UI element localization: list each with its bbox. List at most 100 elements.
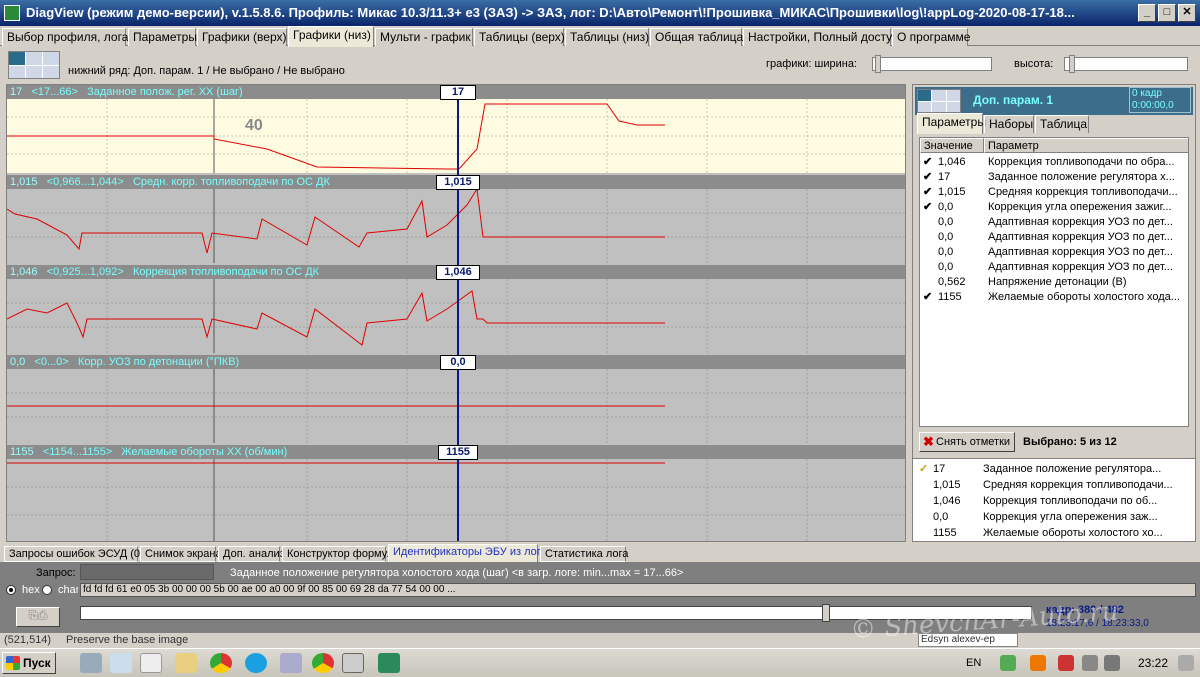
- check-icon[interactable]: ✔: [923, 290, 935, 305]
- request-input[interactable]: [80, 564, 214, 580]
- language-indicator[interactable]: EN: [966, 657, 981, 669]
- charts-area[interactable]: 17 <17...66> Заданное полож. рег. ХХ (ша…: [6, 84, 906, 542]
- check-icon[interactable]: ✔: [923, 185, 935, 200]
- tray-icon-3[interactable]: [1058, 655, 1074, 671]
- copy-icon[interactable]: ⎘⎙: [16, 607, 60, 627]
- tab-multi-graph[interactable]: Мульти - график: [375, 28, 473, 46]
- panel-title: Доп. парам. 1: [973, 93, 1054, 107]
- tab-about[interactable]: О программе: [892, 28, 970, 46]
- param-value: 0,0: [938, 201, 954, 213]
- selected-value: 1,046: [933, 495, 961, 507]
- windows-logo-icon: [6, 656, 20, 670]
- hex-radio[interactable]: [6, 585, 16, 595]
- selected-row[interactable]: 1,015 Средняя коррекция топливоподачи...: [913, 477, 1195, 493]
- tray-icon-2[interactable]: [1030, 655, 1046, 671]
- tab-errors[interactable]: Запросы ошибок ЭСУД (0): [4, 546, 144, 562]
- tab-tables-top[interactable]: Таблицы (верх): [474, 28, 565, 46]
- main-tabs: Выбор профиля, лога Параметры Графики (в…: [0, 26, 1200, 47]
- tab-screenshot[interactable]: Снимок экрана: [140, 546, 222, 562]
- diagview-task-icon[interactable]: [342, 653, 364, 673]
- param-row[interactable]: 0,0 Адаптивная коррекция УОЗ по дет...: [920, 215, 1188, 230]
- selected-row[interactable]: 0,0 Коррекция угла опережения заж...: [913, 509, 1195, 525]
- clear-marks-button[interactable]: ✖ Снять отметки: [919, 432, 1015, 452]
- param-row[interactable]: 0,0 Адаптивная коррекция УОЗ по дет...: [920, 260, 1188, 275]
- clear-marks-label: Снять отметки: [936, 436, 1011, 448]
- tab-rp-table[interactable]: Таблица: [1035, 115, 1089, 133]
- maximize-button[interactable]: □: [1158, 4, 1176, 22]
- close-button[interactable]: ✕: [1178, 4, 1196, 22]
- tray-icon-4[interactable]: [1082, 655, 1098, 671]
- param-row[interactable]: 0,0 Адаптивная коррекция УОЗ по дет...: [920, 245, 1188, 260]
- time-cursor[interactable]: [457, 85, 459, 541]
- start-button[interactable]: Пуск: [2, 652, 56, 674]
- minimize-button[interactable]: _: [1138, 4, 1156, 22]
- explorer-icon[interactable]: [80, 653, 102, 673]
- param-value: 0,562: [938, 276, 966, 288]
- param-row[interactable]: ✔ 17 Заданное положение регулятора х...: [920, 170, 1188, 185]
- tab-graphs-top[interactable]: Графики (верх): [197, 28, 287, 46]
- tab-graphs-bottom[interactable]: Графики (низ): [288, 26, 374, 47]
- app2-icon[interactable]: [110, 653, 132, 673]
- tray-icon-1[interactable]: [1000, 655, 1016, 671]
- app4-icon[interactable]: [378, 653, 400, 673]
- frame-slider-thumb[interactable]: [822, 604, 830, 622]
- chart-plot-2[interactable]: [7, 189, 905, 263]
- tab-tables-bottom[interactable]: Таблицы (низ): [565, 28, 649, 46]
- app3-icon[interactable]: [140, 653, 162, 673]
- check-icon[interactable]: ✔: [923, 155, 935, 170]
- chart-title-4: Корр. УОЗ по детонации (°ПКВ): [77, 356, 240, 368]
- clock: 23:22: [1138, 656, 1169, 670]
- tab-log-stats[interactable]: Статистика лога: [540, 546, 628, 562]
- tab-profile[interactable]: Выбор профиля, лога: [2, 28, 128, 46]
- chart-plot-4[interactable]: [7, 369, 905, 443]
- status-line: (521,514) Preserve the base image Edsyn …: [0, 632, 1200, 648]
- hex-data[interactable]: fd fd fd 61 e0 05 3b 00 00 00 5b 00 ae 0…: [80, 583, 1196, 597]
- param-row[interactable]: ✔ 0,0 Коррекция угла опережения зажиг...: [920, 200, 1188, 215]
- char-radio[interactable]: [42, 585, 52, 595]
- check-icon[interactable]: ✔: [923, 200, 935, 215]
- col-value[interactable]: Значение: [920, 138, 984, 153]
- selected-row[interactable]: 1155 Желаемые обороты холостого хо...: [913, 525, 1195, 541]
- tab-settings[interactable]: Настройки, Полный доступ: [743, 28, 899, 46]
- selected-value: 0,0: [933, 511, 949, 523]
- tab-rp-sets[interactable]: Наборы: [984, 115, 1034, 133]
- width-slider[interactable]: [872, 55, 992, 73]
- chart-plot-3[interactable]: [7, 279, 905, 353]
- col-param[interactable]: Параметр: [984, 138, 1188, 153]
- folder-icon[interactable]: [175, 653, 197, 673]
- hex-label: hex: [22, 584, 40, 596]
- selected-row[interactable]: ✓ 17 Заданное положение регулятора...: [913, 461, 1195, 477]
- chart-range-2: <0,966...1,044>: [46, 176, 124, 188]
- param-row[interactable]: ✔ 1,046 Коррекция топливоподачи по обра...: [920, 155, 1188, 170]
- tab-formula-builder[interactable]: Конструктор формул: [282, 546, 393, 562]
- app-icon: [4, 5, 20, 21]
- selected-list[interactable]: ✓ 17 Заданное положение регулятора... 1,015…: [912, 458, 1196, 542]
- chart-plot-1[interactable]: 40: [7, 99, 905, 173]
- cursor-value-4: 0,0: [440, 355, 476, 370]
- param-row[interactable]: ✔ 1,015 Средняя коррекция топливоподачи...: [920, 185, 1188, 200]
- chrome-icon[interactable]: [210, 653, 232, 673]
- param-row[interactable]: ✔ 1155 Желаемые обороты холостого ходa...: [920, 290, 1188, 305]
- tab-analysis[interactable]: Доп. анализ: [218, 546, 285, 562]
- chrome2-icon[interactable]: [312, 653, 334, 673]
- params-table[interactable]: Значение Параметр ✔ 1,046 Коррекция топлив…: [919, 137, 1189, 427]
- param-row[interactable]: 0,562 Напряжение детонации (В): [920, 275, 1188, 290]
- request-label: Запрос:: [36, 567, 76, 579]
- height-slider[interactable]: [1064, 55, 1188, 73]
- skype-icon[interactable]: [245, 653, 267, 673]
- tab-ecu-ids[interactable]: Идентификаторы ЭБУ из лога: [388, 544, 547, 563]
- notification-icon[interactable]: [1178, 655, 1194, 671]
- tab-rp-params[interactable]: Параметры: [917, 113, 986, 134]
- panel-grid-icon[interactable]: [917, 89, 961, 113]
- tab-common-table[interactable]: Общая таблица: [650, 28, 743, 46]
- chart-plot-5[interactable]: [7, 459, 905, 541]
- selected-value: 17: [933, 463, 946, 475]
- layout-grid-icon[interactable]: [8, 51, 60, 79]
- tab-params[interactable]: Параметры: [128, 28, 197, 46]
- volume-icon[interactable]: [1104, 655, 1120, 671]
- network-icon[interactable]: [280, 653, 302, 673]
- param-row[interactable]: 0,0 Адаптивная коррекция УОЗ по дет...: [920, 230, 1188, 245]
- selected-value: 1,015: [933, 479, 961, 491]
- selected-row[interactable]: 1,046 Коррекция топливоподачи по об...: [913, 493, 1195, 509]
- check-icon[interactable]: ✔: [923, 170, 935, 185]
